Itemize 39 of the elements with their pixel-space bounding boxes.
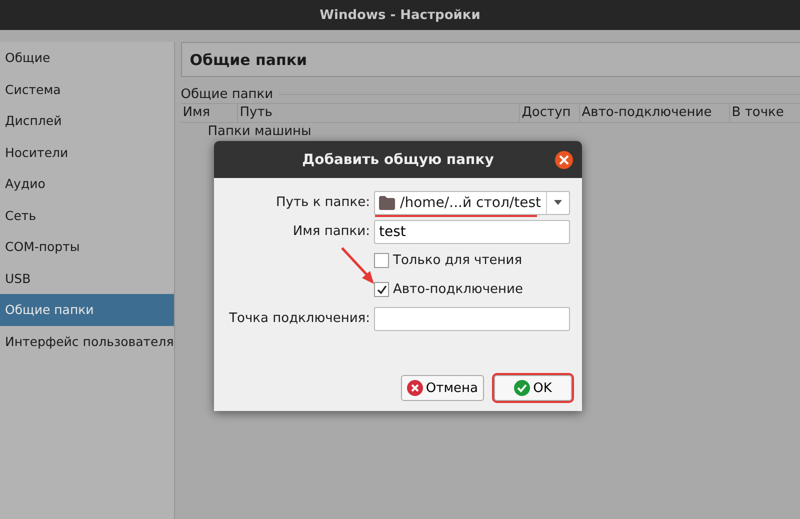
- folder-icon: [379, 196, 395, 210]
- dialog-title: Добавить общую папку: [302, 152, 494, 168]
- field-label: Путь к папке:: [274, 195, 370, 210]
- ok-button[interactable]: OK: [494, 375, 572, 401]
- sidebar-item[interactable]: Общие: [0, 42, 174, 74]
- column-header[interactable]: Доступ: [520, 104, 580, 122]
- annotation-arrow: [340, 246, 376, 286]
- field-label: Точка подключения:: [228, 311, 370, 326]
- checkbox[interactable]: [374, 282, 389, 297]
- sidebar-item[interactable]: Носители: [0, 136, 174, 168]
- column-header[interactable]: Путь: [238, 104, 520, 122]
- sidebar-item[interactable]: COM-порты: [0, 231, 174, 262]
- sidebar-item[interactable]: Интерфейс пользователя: [0, 326, 174, 357]
- input-field[interactable]: [374, 306, 570, 330]
- close-button[interactable]: [555, 151, 573, 169]
- group-label: Общие папки: [180, 86, 274, 102]
- path-combo[interactable]: /home/...й стол/test: [374, 190, 570, 214]
- tree-row[interactable]: Папки машины: [208, 124, 312, 139]
- column-header[interactable]: Имя: [180, 104, 238, 122]
- checkbox-label: Авто-подключение: [393, 282, 523, 297]
- checkbox[interactable]: [374, 253, 389, 268]
- window-title: Windows - Настройки: [320, 8, 480, 22]
- sidebar-item[interactable]: Система: [0, 74, 174, 105]
- sidebar-item[interactable]: Общие папки: [0, 294, 174, 326]
- column-header[interactable]: В точке: [730, 104, 800, 122]
- sidebar-item[interactable]: Аудио: [0, 168, 174, 200]
- sidebar-item[interactable]: USB: [0, 262, 174, 294]
- sidebar-item[interactable]: Дисплей: [0, 105, 174, 136]
- input-field[interactable]: test: [374, 220, 570, 244]
- cancel-icon: [406, 380, 423, 396]
- cancel-button[interactable]: Отмена: [400, 375, 484, 401]
- column-header[interactable]: Авто-подключение: [580, 104, 730, 122]
- field-label: Имя папки:: [292, 224, 370, 239]
- page-title: Общие папки: [190, 50, 308, 68]
- sidebar-item[interactable]: Сеть: [0, 200, 174, 231]
- check-icon: [514, 380, 530, 396]
- dropdown-icon: [554, 200, 562, 205]
- checkbox-label: Только для чтения: [393, 253, 522, 268]
- close-icon: [559, 155, 569, 165]
